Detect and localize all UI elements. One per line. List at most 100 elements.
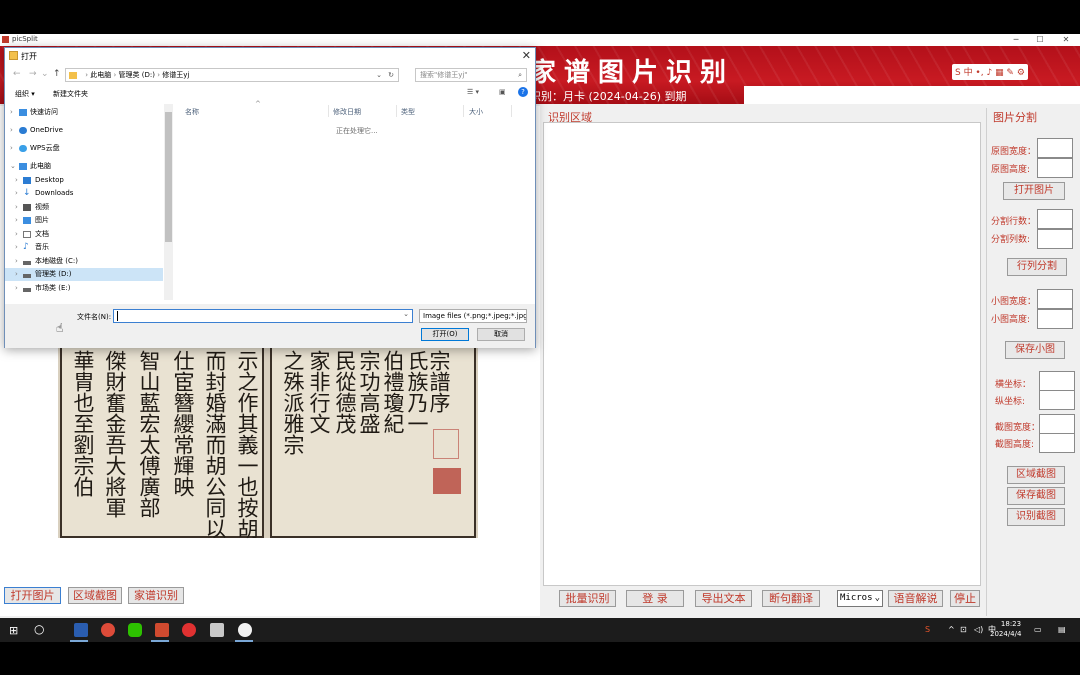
orig-width-label: 原图宽度： — [991, 147, 1037, 157]
save-small-button[interactable]: 保存小图 — [1005, 341, 1065, 359]
search-icon[interactable]: ○ — [34, 622, 44, 636]
network-icon[interactable]: ⊡ — [960, 625, 967, 634]
breadcrumb-item[interactable]: 修谱王yj — [162, 71, 189, 79]
small-height-field[interactable] — [1037, 309, 1073, 329]
dialog-search-input[interactable]: 搜索"修谱王yj" ⌕ — [415, 68, 527, 82]
breadcrumb-item[interactable]: 管理类 (D:) — [119, 71, 155, 79]
refresh-icon[interactable]: ↻ — [388, 69, 394, 81]
save-crop-button[interactable]: 保存截图 — [1007, 487, 1065, 505]
volume-icon[interactable]: ◁) — [974, 625, 983, 634]
punctuate-translate-button[interactable]: 断句翻译 — [762, 590, 820, 607]
region-crop-button[interactable]: 区域截图 — [68, 587, 122, 604]
nav-item-quick-access[interactable]: › 快速访问 — [5, 106, 163, 119]
help-icon[interactable]: ? — [518, 87, 528, 97]
batch-recognize-button[interactable]: 批量识别 — [559, 590, 616, 607]
nav-item-videos[interactable]: › 视频 — [5, 201, 163, 214]
chevron-up-icon[interactable]: ^ — [948, 625, 955, 634]
new-folder-button[interactable]: 新建文件夹 — [53, 89, 88, 99]
app-taskbar-icon[interactable] — [155, 623, 169, 637]
genealogy-recognize-button[interactable]: 家谱识别 — [128, 587, 184, 604]
export-text-button[interactable]: 导出文本 — [695, 590, 752, 607]
nav-label: 快速访问 — [30, 108, 58, 116]
wechat-icon[interactable] — [128, 623, 142, 637]
voice-narration-button[interactable]: 语音解说 — [888, 590, 943, 607]
stop-button[interactable]: 停止 — [950, 590, 980, 607]
preview-pane-icon[interactable]: ▣ — [499, 88, 506, 96]
ime-icon[interactable]: S — [925, 625, 930, 634]
nav-item-documents[interactable]: › 文档 — [5, 228, 163, 241]
column-header-name[interactable]: 名称 — [185, 107, 199, 117]
x-coord-field[interactable] — [1039, 371, 1075, 391]
nav-item-onedrive[interactable]: › OneDrive — [5, 124, 163, 137]
row-col-split-button[interactable]: 行列分割 — [1007, 258, 1067, 276]
column-header-date[interactable]: 修改日期 — [333, 107, 361, 117]
nav-item-desktop[interactable]: › Desktop — [5, 174, 163, 187]
navigation-pane: › 快速访问 › OneDrive › WPS云盘 ⌄ 此电脑 › Deskto… — [5, 104, 173, 302]
nav-item-this-pc[interactable]: ⌄ 此电脑 — [5, 160, 163, 173]
orig-width-field[interactable] — [1037, 138, 1073, 158]
y-coord-field[interactable] — [1039, 390, 1075, 410]
file-explorer-icon[interactable] — [210, 623, 224, 637]
nav-label: Desktop — [35, 176, 64, 184]
small-width-field[interactable] — [1037, 289, 1073, 309]
chrome-icon[interactable] — [101, 623, 115, 637]
scan-column: 家非行文 — [307, 350, 331, 434]
clock-date[interactable]: 2024/4/4 — [990, 630, 1021, 638]
chevron-down-icon[interactable]: ⌄ — [403, 310, 409, 318]
cols-field[interactable] — [1037, 229, 1073, 249]
forward-arrow-icon[interactable]: → — [29, 69, 37, 79]
crop-width-field[interactable] — [1039, 414, 1075, 434]
organize-button[interactable]: 组织 ▾ — [15, 89, 35, 99]
windows-start-icon[interactable]: ⊞ — [9, 624, 18, 637]
scan-column: 而封婚滿而胡公同以 — [203, 350, 227, 539]
up-arrow-icon[interactable]: ↑ — [53, 69, 61, 79]
open-image-split-button[interactable]: 打开图片 — [1003, 182, 1065, 200]
nav-item-drive-d[interactable]: › 管理类 (D:) — [5, 268, 163, 281]
file-list[interactable]: 名称 ^ 修改日期 类型 大小 正在处理它... — [175, 100, 535, 302]
column-header-size[interactable]: 大小 — [469, 107, 483, 117]
recognition-textbox[interactable] — [543, 122, 981, 586]
filetype-select[interactable]: Image files (*.png;*.jpeg;*.jpg — [419, 309, 527, 323]
nav-item-drive-c[interactable]: › 本地磁盘 (C:) — [5, 255, 163, 268]
recognize-crop-button[interactable]: 识别截图 — [1007, 508, 1065, 526]
nav-item-wps-cloud[interactable]: › WPS云盘 — [5, 142, 163, 155]
breadcrumb-item[interactable]: 此电脑 — [90, 71, 111, 79]
picsplit-taskbar-icon[interactable] — [238, 623, 252, 637]
maximize-button[interactable]: ☐ — [1028, 34, 1052, 46]
crop-height-field[interactable] — [1039, 433, 1075, 453]
dialog-titlebar: 打开 ✕ — [5, 48, 535, 64]
nav-item-downloads[interactable]: › ↓ Downloads — [5, 187, 163, 200]
login-button[interactable]: 登 录 — [626, 590, 684, 607]
scanned-genealogy-image: 華胄也至劉宗伯 傑財奮金吾大將軍 智山藍宏太傅廣部 仕宦簪纓常輝映 而封婚滿而胡… — [58, 344, 478, 539]
open-image-button[interactable]: 打开图片 — [4, 587, 61, 604]
rows-field[interactable] — [1037, 209, 1073, 229]
nav-item-pictures[interactable]: › 图片 — [5, 214, 163, 227]
open-file-dialog: 打开 ✕ ← → ⌄ ↑ › 此电脑 › 管理类 (D:) › 修谱王yj ⌄ … — [4, 47, 536, 348]
close-button[interactable]: ✕ — [1054, 34, 1078, 46]
clock-time[interactable]: 18:23 — [996, 620, 1026, 628]
engine-select[interactable]: Micros ⌄ — [837, 590, 883, 607]
chevron-down-icon[interactable]: ⌄ — [376, 69, 382, 81]
region-crop-panel-button[interactable]: 区域截图 — [1007, 466, 1065, 484]
dialog-close-icon[interactable]: ✕ — [522, 49, 531, 62]
drive-icon — [23, 288, 31, 292]
path-breadcrumb[interactable]: › 此电脑 › 管理类 (D:) › 修谱王yj ⌄ ↻ — [65, 68, 399, 82]
dialog-open-button[interactable]: 打开(O) — [421, 328, 469, 341]
music-icon: ♪ — [23, 242, 29, 252]
show-desktop-icon[interactable]: ▭ — [1034, 625, 1042, 634]
app-taskbar-icon[interactable] — [74, 623, 88, 637]
chevron-down-icon[interactable]: ⌄ — [41, 69, 49, 79]
minimize-button[interactable]: ─ — [1004, 34, 1028, 46]
ime-toolbar-icon[interactable]: S 中 •, ♪ ▦ ✎ ⚙ — [952, 64, 1028, 80]
nav-item-drive-e[interactable]: › 市场类 (E:) — [5, 282, 163, 295]
view-options-icon[interactable]: ☰ ▾ — [467, 88, 479, 96]
filename-input[interactable]: ⌄ — [113, 309, 413, 323]
app-taskbar-icon[interactable] — [182, 623, 196, 637]
back-arrow-icon[interactable]: ← — [13, 69, 21, 79]
nav-scrollbar-thumb[interactable] — [165, 112, 172, 242]
notification-icon[interactable]: ▤ — [1058, 625, 1066, 634]
orig-height-field[interactable] — [1037, 158, 1073, 178]
column-header-type[interactable]: 类型 — [401, 107, 415, 117]
dialog-cancel-button[interactable]: 取消 — [477, 328, 525, 341]
nav-item-music[interactable]: › ♪ 音乐 — [5, 241, 163, 254]
